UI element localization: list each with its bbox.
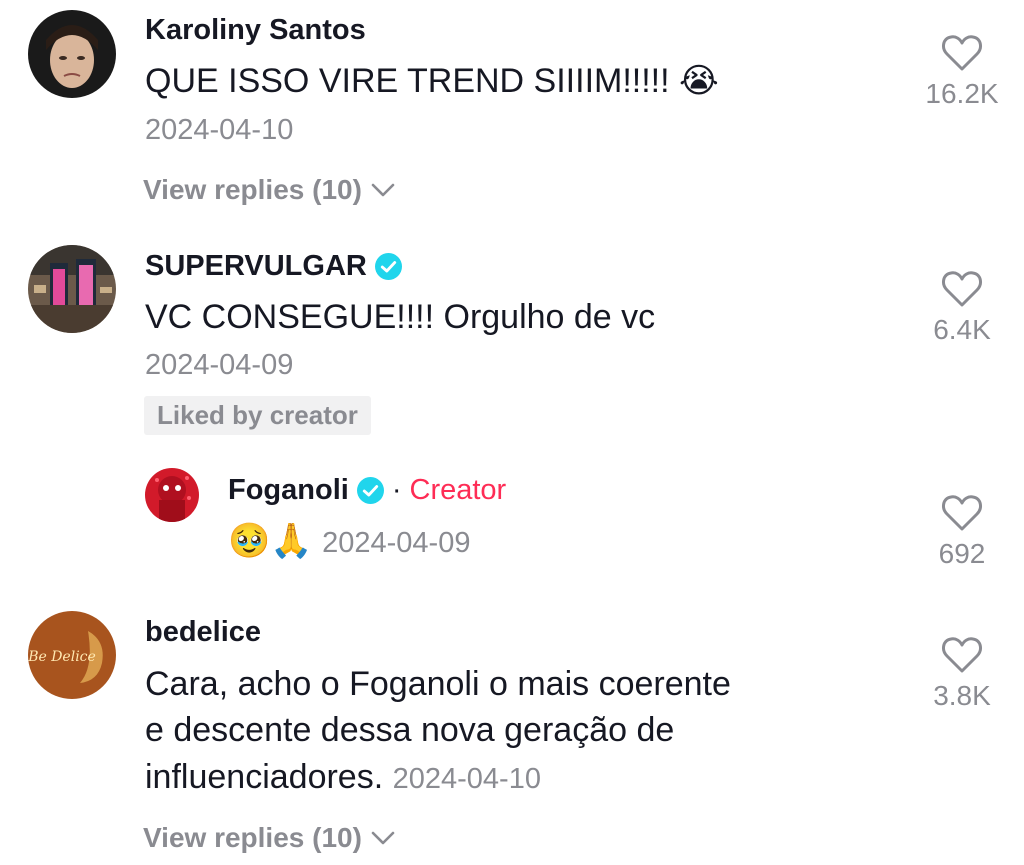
comment-text-line: e descente dessa nova geração de <box>145 711 675 749</box>
like-count: 692 <box>938 538 986 569</box>
like-button[interactable]: 3.8K <box>907 636 1017 712</box>
view-replies-button[interactable]: View replies (10) <box>143 822 396 854</box>
reply-username[interactable]: Foganoli · Creator <box>228 474 506 507</box>
avatar-image: Be Delice <box>28 611 116 699</box>
avatar-image <box>28 10 116 98</box>
heart-icon <box>942 271 982 307</box>
username-text: bedelice <box>145 616 262 648</box>
like-button[interactable]: 692 <box>907 494 1017 570</box>
comment-date: 2024-04-10 <box>145 114 294 146</box>
view-replies-label: View replies (10) <box>143 822 362 853</box>
comment-text: VC CONSEGUE!!!! Orgulho de vc <box>145 298 656 336</box>
creator-label: Creator <box>409 474 507 506</box>
reply-date: 2024-04-09 <box>322 527 471 559</box>
comment-username[interactable]: Karoliny Santos <box>145 14 366 47</box>
comment-text: QUE ISSO VIRE TREND SIIIIM!!!!! 😭 <box>145 62 719 100</box>
avatar-image <box>28 245 116 333</box>
like-button[interactable]: 6.4K <box>907 270 1017 346</box>
comment-date: 2024-04-09 <box>145 349 294 381</box>
reply-text-row: 🥹🙏 2024-04-09 <box>228 520 470 564</box>
comment-username[interactable]: SUPERVULGAR <box>145 250 402 283</box>
avatar[interactable] <box>145 468 199 522</box>
heart-icon <box>942 35 982 71</box>
separator-dot: · <box>391 474 402 506</box>
heart-icon <box>942 495 982 531</box>
reply-emojis: 🥹🙏 <box>228 521 313 561</box>
heart-icon <box>942 637 982 673</box>
verified-badge-icon <box>356 477 384 504</box>
avatar[interactable]: Be Delice <box>28 611 116 699</box>
username-text: Karoliny Santos <box>145 14 366 46</box>
view-replies-button[interactable]: View replies (10) <box>143 174 396 206</box>
like-button[interactable]: 16.2K <box>907 34 1017 110</box>
verified-badge-icon <box>374 253 402 280</box>
comment-text-line: influenciadores. <box>145 758 384 796</box>
avatar[interactable] <box>28 245 116 333</box>
view-replies-label: View replies (10) <box>143 174 362 205</box>
username-text: SUPERVULGAR <box>145 250 367 282</box>
comment-text-line-last: influenciadores. 2024-04-10 <box>145 756 541 800</box>
chevron-down-icon <box>371 183 395 197</box>
chevron-down-icon <box>371 831 395 845</box>
username-text: Foganoli <box>228 474 349 506</box>
avatar[interactable] <box>28 10 116 98</box>
like-count: 16.2K <box>925 78 999 109</box>
comment-date: 2024-04-10 <box>392 763 541 795</box>
like-count: 6.4K <box>933 314 991 345</box>
like-count: 3.8K <box>933 680 991 711</box>
comment-text-line: Cara, acho o Foganoli o mais coerente <box>145 665 731 703</box>
comment-username[interactable]: bedelice <box>145 616 261 649</box>
avatar-image <box>145 468 199 522</box>
liked-by-creator-badge: Liked by creator <box>144 396 371 435</box>
avatar-logo-text: Be Delice <box>28 649 96 665</box>
